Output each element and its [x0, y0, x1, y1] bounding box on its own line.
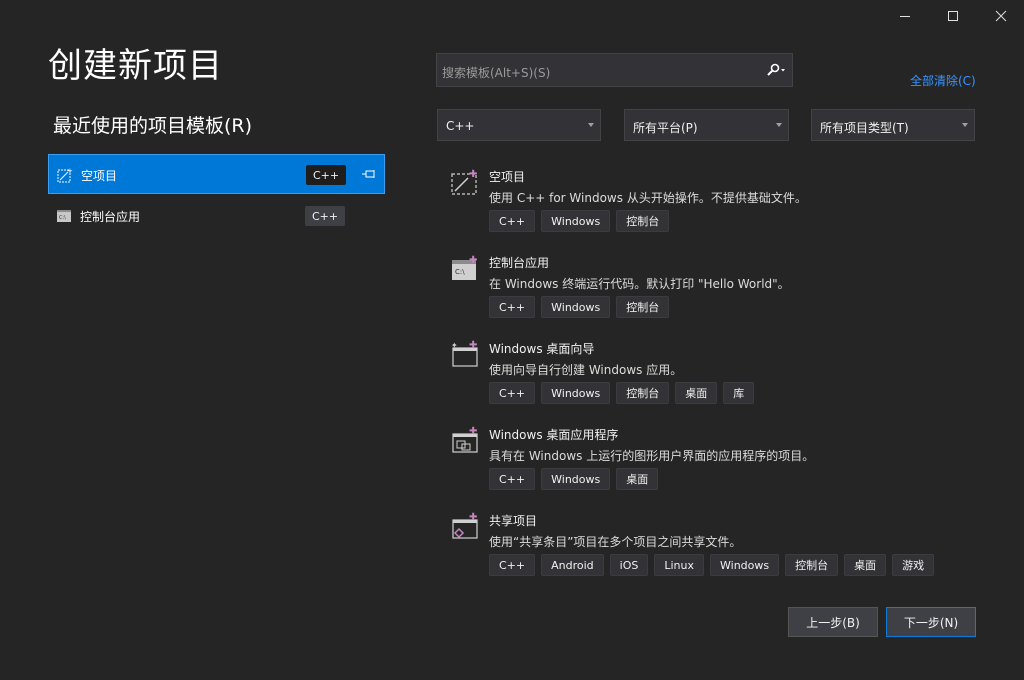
tag: C++ — [489, 382, 536, 404]
console-app-icon: C:\ — [57, 210, 71, 222]
tag: Windows — [541, 468, 611, 490]
template-name: 空项目 — [489, 170, 526, 184]
tag: Windows — [541, 296, 611, 318]
template-description: 使用“共享条目”项目在多个项目之间共享文件。 — [489, 535, 742, 549]
template-shared-project[interactable]: ✚ 共享项目 使用“共享条目”项目在多个项目之间共享文件。 C++ Androi… — [450, 512, 990, 582]
tag: 游戏 — [892, 554, 935, 576]
pin-icon[interactable] — [361, 167, 377, 183]
tag: C++ — [489, 210, 536, 232]
tag: Windows — [541, 210, 611, 232]
recent-item-label: 空项目 — [81, 169, 118, 183]
clear-all-link[interactable]: 全部清除(C) — [910, 72, 976, 89]
minimize-button[interactable] — [882, 0, 928, 32]
chevron-down-icon — [588, 123, 594, 127]
template-name: 共享项目 — [489, 514, 538, 528]
svg-text:✚: ✚ — [469, 512, 477, 523]
tag: 控制台 — [785, 554, 839, 576]
tag: Android — [541, 554, 604, 576]
template-description: 使用向导自行创建 Windows 应用。 — [489, 363, 683, 377]
template-tags: C++ Windows 桌面 — [489, 468, 659, 490]
shared-project-icon: ✚ — [452, 512, 478, 539]
template-name: 控制台应用 — [489, 256, 550, 270]
template-tags: C++ Windows 控制台 — [489, 210, 670, 232]
back-button[interactable]: 上一步(B) — [788, 607, 878, 637]
dropdown-value: 所有项目类型(T) — [820, 121, 909, 135]
wizard-icon: ✦ ✚ — [451, 340, 478, 367]
tag: C++ — [489, 554, 536, 576]
template-name: Windows 桌面应用程序 — [489, 428, 619, 442]
template-tags: C++ Windows 控制台 桌面 库 — [489, 382, 755, 404]
template-windows-desktop-app[interactable]: ✚ Windows 桌面应用程序 具有在 Windows 上运行的图形用户界面的… — [450, 426, 990, 496]
template-name: Windows 桌面向导 — [489, 342, 595, 356]
svg-text:✦: ✦ — [451, 341, 458, 350]
svg-text:✚: ✚ — [469, 340, 477, 351]
platform-filter-dropdown[interactable]: 所有平台(P) — [624, 109, 789, 141]
tag: Windows — [710, 554, 780, 576]
template-empty-project[interactable]: ✚ 空项目 使用 C++ for Windows 从头开始操作。不提供基础文件。… — [450, 168, 990, 238]
language-tag: C++ — [305, 206, 345, 226]
tag: 控制台 — [616, 210, 670, 232]
close-button[interactable] — [978, 0, 1024, 32]
tag: iOS — [609, 554, 649, 576]
tag: 库 — [723, 382, 755, 404]
template-console-app[interactable]: C:\ ✚ 控制台应用 在 Windows 终端运行代码。默认打印 "Hello… — [450, 254, 990, 324]
search-icon — [767, 63, 785, 76]
maximize-icon — [948, 11, 958, 21]
search-input[interactable]: 搜索模板(Alt+S)(S) — [442, 64, 550, 81]
template-windows-desktop-wizard[interactable]: ✦ ✚ Windows 桌面向导 使用向导自行创建 Windows 应用。 C+… — [450, 340, 990, 410]
chevron-down-icon — [962, 123, 968, 127]
tag: 桌面 — [616, 468, 659, 490]
console-app-icon: C:\ ✚ — [452, 255, 477, 280]
chevron-down-icon — [776, 123, 782, 127]
tag: 桌面 — [844, 554, 887, 576]
svg-text:C:\: C:\ — [59, 215, 66, 221]
dropdown-value: C++ — [446, 119, 475, 133]
recent-item-empty-project[interactable]: + 空项目 C++ — [48, 154, 385, 194]
dropdown-value: 所有平台(P) — [633, 121, 698, 135]
tag: 控制台 — [616, 296, 670, 318]
tag: Windows — [541, 382, 611, 404]
minimize-icon — [900, 16, 910, 17]
svg-text:C:\: C:\ — [455, 268, 465, 276]
close-icon — [995, 10, 1007, 22]
recent-item-console-app[interactable]: C:\ 控制台应用 C++ — [48, 196, 385, 236]
svg-text:✚: ✚ — [469, 255, 477, 266]
svg-text:+: + — [67, 167, 73, 175]
template-description: 具有在 Windows 上运行的图形用户界面的应用程序的项目。 — [489, 449, 815, 463]
empty-project-icon: + — [57, 167, 73, 183]
next-button[interactable]: 下一步(N) — [886, 607, 976, 637]
template-description: 在 Windows 终端运行代码。默认打印 "Hello World"。 — [489, 277, 790, 291]
recent-templates-heading: 最近使用的项目模板(R) — [53, 115, 253, 137]
empty-project-icon: ✚ — [451, 169, 477, 195]
recent-item-label: 控制台应用 — [80, 210, 141, 224]
desktop-app-icon: ✚ — [452, 426, 478, 453]
tag: C++ — [489, 296, 536, 318]
language-tag: C++ — [306, 165, 346, 185]
tag: 控制台 — [616, 382, 670, 404]
language-filter-dropdown[interactable]: C++ — [437, 109, 601, 141]
template-description: 使用 C++ for Windows 从头开始操作。不提供基础文件。 — [489, 191, 807, 205]
page-title: 创建新项目 — [48, 46, 223, 86]
template-tags: C++ Windows 控制台 — [489, 296, 670, 318]
svg-text:✚: ✚ — [469, 169, 477, 180]
tag: C++ — [489, 468, 536, 490]
tag: 桌面 — [675, 382, 718, 404]
tag: Linux — [654, 554, 704, 576]
template-tags: C++ Android iOS Linux Windows 控制台 桌面 游戏 — [489, 554, 935, 576]
maximize-button[interactable] — [930, 0, 976, 32]
project-type-filter-dropdown[interactable]: 所有项目类型(T) — [811, 109, 975, 141]
svg-text:✚: ✚ — [469, 426, 477, 437]
search-box[interactable]: 搜索模板(Alt+S)(S) — [436, 53, 793, 87]
search-button[interactable] — [760, 54, 792, 86]
